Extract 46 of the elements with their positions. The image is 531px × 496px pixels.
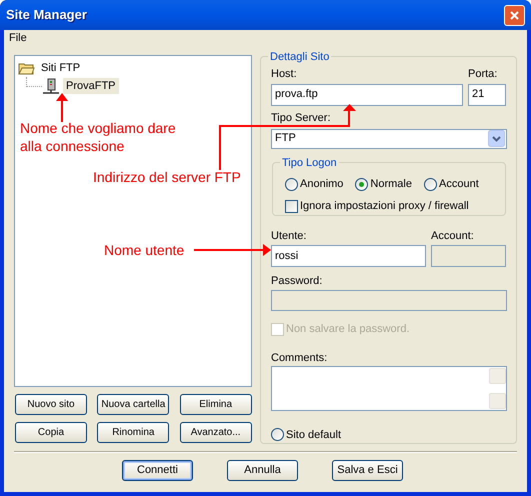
field-label: Tipo Server: [271,112,331,124]
field-label: Account: [431,228,475,244]
field-label: Comments: [271,350,328,366]
server-icon [42,78,60,94]
button[interactable]: Nuova cartella [97,394,170,415]
field-label: Porta: [468,67,498,82]
window-title: Site Manager [6,6,87,24]
field-label: Password: [271,274,324,290]
scrollbar[interactable] [489,367,506,410]
button[interactable]: Elimina [180,394,252,415]
radio-label: Sito default [286,428,342,442]
close-button[interactable] [504,4,525,26]
folder-icon [18,62,35,74]
checkbox-label: Ignora impostazioni proxy / firewall [300,199,469,214]
radio-label: Normale [370,176,412,192]
radio-button[interactable] [271,428,284,442]
annotation-arrow [56,93,68,122]
close-icon [510,10,519,20]
radio-button[interactable] [355,178,368,191]
button[interactable]: Copia [15,422,87,443]
button[interactable]: Connetti [122,460,193,481]
menu-item[interactable]: File [8,30,28,46]
checkbox[interactable] [285,200,298,214]
group-title: Dettagli Sito [268,49,332,66]
radio-label: Anonimo [300,176,344,192]
annotation-text: Nome che vogliamo dare alla connessione [20,119,177,155]
button[interactable]: Avanzato... [180,422,252,443]
button[interactable]: Salva e Esci [332,460,403,481]
tree-item[interactable]: Siti FTP [38,60,84,76]
field-label: Utente: [271,228,308,244]
button[interactable]: Nuovo sito [15,394,87,415]
input-field[interactable]: rossi [271,245,426,268]
comments-field[interactable] [271,366,507,410]
checkbox-label: Non salvare la password. [286,322,410,338]
button[interactable]: Rinomina [97,422,170,443]
annotation-text: Indirizzo del server FTP [93,168,241,186]
radio-button[interactable] [285,178,298,191]
radio-button[interactable] [424,178,437,191]
input-field[interactable]: 21 [468,84,506,106]
button[interactable]: Annulla [227,460,298,481]
annotation-text: Nome utente [104,241,184,259]
radio-label: Account [439,176,479,192]
server-type-dropdown[interactable]: FTP [271,128,507,149]
tree-item[interactable]: ProvaFTP [63,78,119,94]
field-label: Host: [271,67,298,82]
input-field[interactable]: prova.ftp [271,84,463,106]
